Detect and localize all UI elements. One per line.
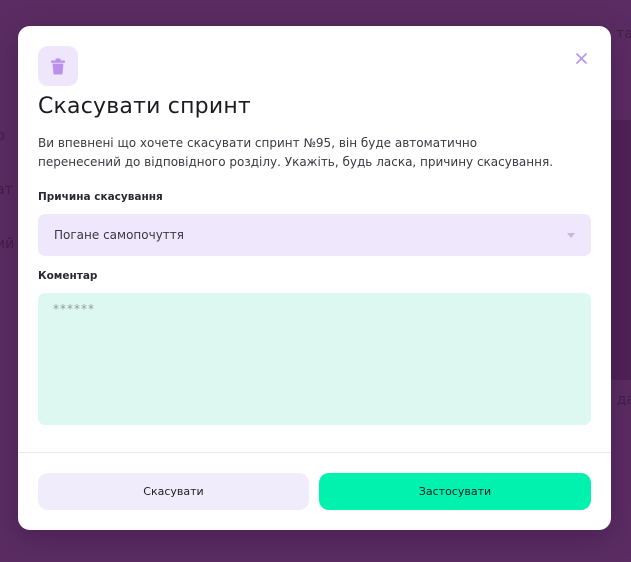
comment-label: Коментар [38,270,98,282]
close-button[interactable] [571,48,591,68]
footer-divider [18,452,611,453]
background-text: та [616,26,631,42]
apply-button[interactable]: Застосувати [319,473,591,510]
background-text: ий [0,236,15,252]
cancel-sprint-dialog: Скасувати спринт Ви впевнені що хочете с… [18,26,611,530]
dialog-icon-tile [38,46,78,86]
dialog-description: Ви впевнені що хочете скасувати спринт №… [38,136,554,169]
background-text: да [616,392,631,408]
background-text: ат [0,182,13,198]
background-text: р [0,128,5,144]
trash-icon [51,58,65,74]
dialog-title: Скасувати спринт [38,94,251,119]
reason-select-value: Погане самопочуття [54,228,184,242]
close-icon [575,52,587,64]
cancel-button[interactable]: Скасувати [38,473,309,510]
reason-label: Причина скасування [38,191,163,203]
comment-textarea[interactable] [38,293,591,425]
chevron-down-icon [567,232,575,238]
reason-select[interactable]: Погане самопочуття [38,214,591,256]
